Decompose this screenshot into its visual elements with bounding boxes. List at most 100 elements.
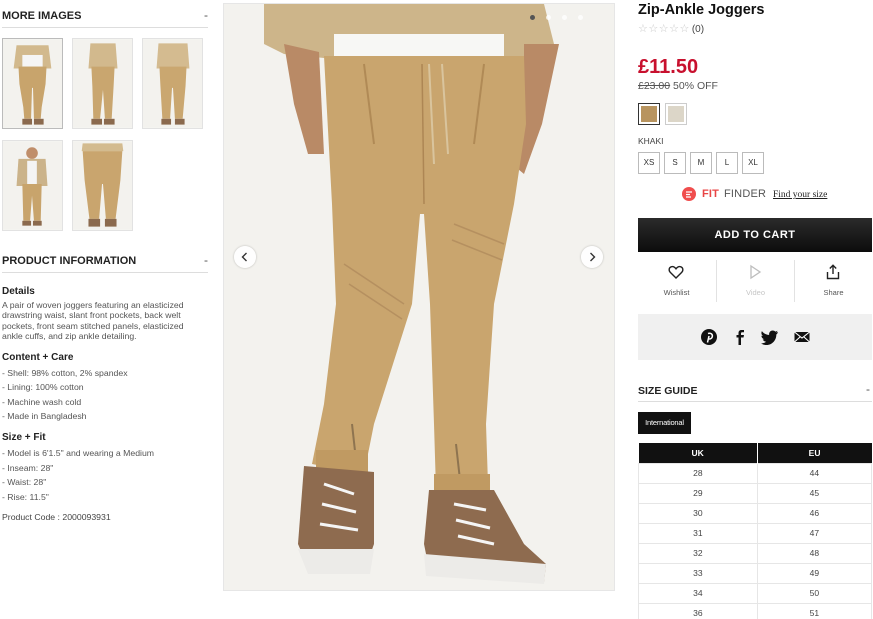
thumbnail-back[interactable] (142, 38, 203, 129)
gallery-dot-4[interactable] (578, 15, 583, 20)
content-item: - Machine wash cold (2, 396, 82, 407)
video-label: Video (745, 288, 766, 297)
size-option-xl[interactable]: XL (742, 152, 764, 174)
table-row: 29 45 (638, 482, 873, 504)
prev-image-button[interactable] (234, 246, 256, 268)
collapse-icon[interactable]: - (204, 8, 208, 22)
uk-size: 30 (638, 502, 758, 524)
uk-size: 34 (638, 582, 758, 604)
share-label: Share (823, 288, 844, 297)
size-item: - Rise: 11.5" (2, 491, 49, 502)
pinterest-icon[interactable] (700, 328, 718, 346)
email-icon[interactable] (793, 328, 811, 346)
eu-size: 51 (756, 602, 873, 619)
eu-size: 45 (756, 482, 873, 504)
table-row: 30 46 (638, 502, 873, 524)
model-thumbnail-image (3, 141, 62, 230)
thumbnail-full-outfit[interactable] (2, 140, 63, 231)
wishlist-button[interactable]: Wishlist (638, 258, 715, 304)
size-option-s[interactable]: S (664, 152, 686, 174)
social-share-bar (638, 314, 872, 360)
uk-size: 36 (638, 602, 758, 619)
model-thumbnail-image (73, 141, 132, 230)
color-swatch-khaki[interactable] (638, 103, 660, 125)
size-option-l[interactable]: L (716, 152, 738, 174)
gallery-dot-3[interactable] (562, 15, 567, 20)
price-was: £23.00 50% OFF (638, 80, 718, 92)
size-item: - Model is 6'1.5" and wearing a Medium (2, 448, 155, 458)
column-header-uk: UK (638, 443, 758, 463)
left-column: MORE IMAGES - PRODUCT INFORMATION - Deta… (0, 0, 210, 619)
product-code: Product Code : 2000093931 (2, 512, 111, 523)
thumbnail-side[interactable] (72, 38, 133, 129)
gallery-dot-2[interactable] (546, 15, 551, 20)
fit-finder-fit: FIT (702, 188, 720, 200)
eu-size: 47 (756, 522, 873, 544)
size-fit-heading: Size + Fit (2, 432, 46, 443)
table-row: 36 51 (638, 602, 873, 619)
discount-label: 50% OFF (673, 80, 718, 92)
table-row: 31 47 (638, 522, 873, 544)
star-rating-icons: ☆☆☆☆☆ (638, 23, 690, 35)
model-thumbnail-image (73, 39, 132, 128)
model-thumbnail-image (143, 39, 202, 128)
international-size-tab[interactable]: International (638, 412, 691, 434)
thumbnail-front[interactable] (2, 38, 63, 129)
add-to-cart-button[interactable]: ADD TO CART (638, 218, 872, 252)
heart-icon (668, 265, 684, 279)
size-item: - Inseam: 28" (2, 462, 54, 473)
more-images-header[interactable]: MORE IMAGES - (2, 6, 208, 28)
twitter-icon[interactable] (761, 328, 779, 346)
product-details: Details A pair of woven joggers featurin… (2, 286, 202, 523)
swatch-fill (668, 106, 684, 122)
uk-size: 31 (638, 522, 758, 544)
product-panel: Zip-Ankle Joggers ☆☆☆☆☆ (0) £11.50 £23.00… (638, 0, 873, 619)
size-guide-title: SIZE GUIDE (638, 385, 698, 397)
size-guide-header[interactable]: SIZE GUIDE - (638, 380, 872, 402)
details-heading: Details (2, 286, 35, 297)
eu-size: 50 (756, 582, 873, 604)
eu-size: 48 (756, 542, 873, 564)
original-price: £23.00 (638, 80, 671, 92)
model-thumbnail-image (3, 39, 62, 128)
share-icon (826, 264, 840, 280)
video-button[interactable]: Video (717, 258, 794, 304)
product-description: A pair of woven joggers featuring an ela… (2, 300, 184, 342)
fit-finder-icon (682, 187, 696, 201)
size-option-xs[interactable]: XS (638, 152, 660, 174)
product-information-header[interactable]: PRODUCT INFORMATION - (2, 251, 208, 273)
size-guide-table: UK EU 28 44 29 45 30 46 31 47 32 48 33 49 34 50… (638, 443, 873, 619)
thumbnail-detail[interactable] (72, 140, 133, 231)
product-title: Zip-Ankle Joggers (638, 2, 765, 18)
sale-price: £11.50 (638, 56, 699, 78)
swatch-fill (641, 106, 657, 122)
chevron-right-icon (590, 252, 596, 262)
content-item: - Shell: 98% cotton, 2% spandex (2, 367, 128, 378)
table-row: 33 49 (638, 562, 873, 584)
facebook-icon[interactable] (731, 328, 749, 346)
rating[interactable]: ☆☆☆☆☆ (0) (638, 22, 704, 35)
eu-size: 49 (756, 562, 873, 584)
main-product-image[interactable] (223, 3, 615, 591)
share-button[interactable]: Share (795, 258, 872, 304)
collapse-icon[interactable]: - (204, 253, 208, 267)
color-swatch-cream[interactable] (665, 103, 687, 125)
play-icon (750, 264, 762, 280)
find-your-size-link[interactable]: Find your size (773, 190, 827, 200)
eu-size: 44 (756, 462, 873, 484)
uk-size: 33 (638, 562, 758, 584)
uk-size: 28 (638, 462, 758, 484)
review-count: (0) (691, 24, 705, 35)
next-image-button[interactable] (581, 246, 603, 268)
table-row: 34 50 (638, 582, 873, 604)
table-row: 32 48 (638, 542, 873, 564)
table-row: 28 44 (638, 462, 873, 484)
product-information-title: PRODUCT INFORMATION (2, 255, 137, 267)
size-option-m[interactable]: M (690, 152, 712, 174)
gallery-dot-1[interactable] (530, 15, 535, 20)
chevron-left-icon (241, 252, 247, 262)
selected-color-name: KHAKI (638, 136, 664, 146)
collapse-icon[interactable]: - (866, 382, 870, 396)
content-care-group: Content + Care - Shell: 98% cotton, 2% s… (2, 352, 202, 424)
more-images-title: MORE IMAGES (2, 10, 82, 22)
